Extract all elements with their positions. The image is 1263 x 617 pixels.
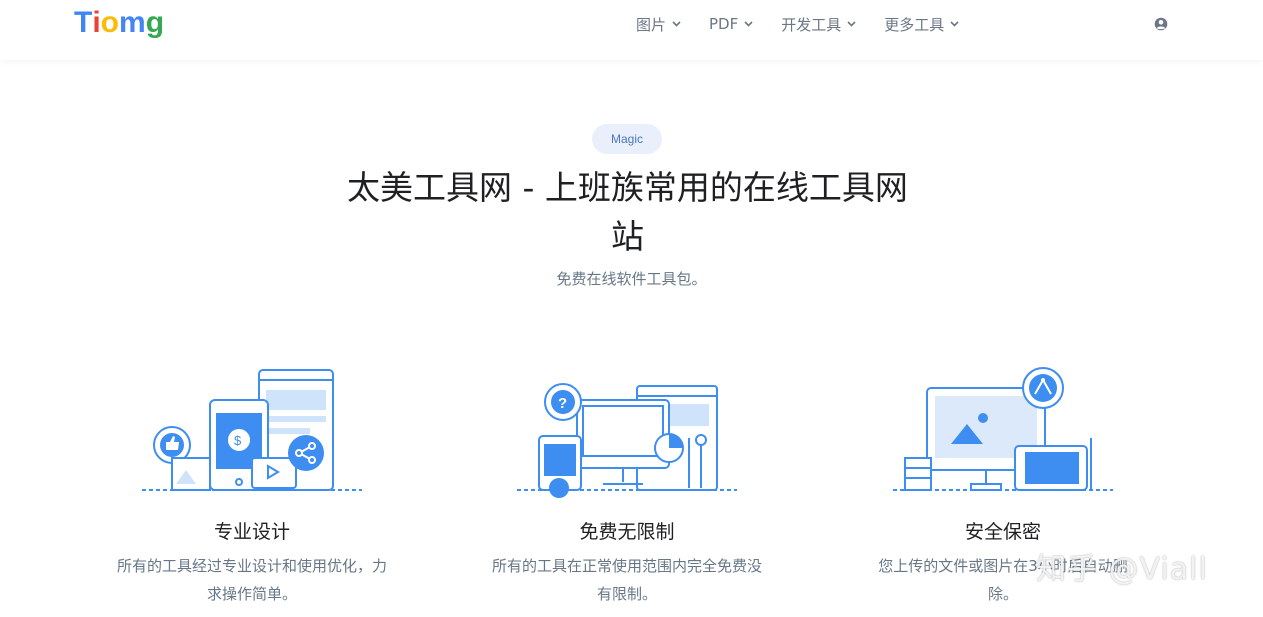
- svg-text:?: ?: [558, 395, 567, 412]
- logo-letter-i: i: [92, 6, 101, 39]
- svg-text:$: $: [234, 433, 242, 448]
- feature-description-line1: 所有的工具在正常使用范围内完全免费没: [491, 557, 762, 575]
- page-title-line1: 太美工具网 - 上班族常用的在线工具网: [347, 168, 908, 207]
- feature-description: 所有的工具经过专业设计和使用优化，力 求操作简单。: [92, 552, 412, 608]
- feature-title: 免费无限制: [579, 521, 675, 543]
- feature-description-line2: 有限制。: [596, 585, 657, 603]
- logo-letter-t: T: [74, 6, 93, 39]
- nav-item-label: 开发工具: [781, 15, 842, 34]
- nav-item-label: PDF: [709, 15, 739, 33]
- feature-title: 安全保密: [964, 521, 1041, 543]
- logo-letter-g: g: [145, 6, 165, 39]
- top-navbar: Tiomg 图片 PDF 开发工具 更多工具: [0, 0, 1263, 60]
- devices-share-illustration: $: [142, 369, 362, 491]
- page-subtitle: 免费在线软件工具包。: [556, 270, 707, 288]
- chevron-down-icon: [847, 20, 856, 30]
- feature-description-line2: 除。: [987, 585, 1018, 603]
- logo-letter-m: m: [119, 6, 146, 39]
- chevron-down-icon: [950, 20, 959, 30]
- feature-illustration-secure: [843, 358, 1163, 498]
- magic-badge: Magic: [592, 124, 662, 154]
- user-circle-icon[interactable]: [1154, 16, 1168, 31]
- chevron-down-icon: [672, 20, 681, 30]
- desktop-tools-illustration: ?: [517, 383, 737, 498]
- nav-item-dev-tools[interactable]: 开发工具: [781, 14, 856, 35]
- nav-item-label: 图片: [636, 15, 667, 34]
- zhihu-watermark: 知乎 @Viall: [1036, 552, 1208, 587]
- nav-item-label: 更多工具: [884, 15, 945, 34]
- logo-letter-o: o: [100, 6, 119, 39]
- feature-description-line1: 所有的工具经过专业设计和使用优化，力: [116, 557, 387, 575]
- feature-illustration-professional: $: [92, 358, 412, 498]
- nav-item-more-tools[interactable]: 更多工具: [884, 14, 959, 35]
- design-workstation-illustration: [893, 367, 1113, 491]
- feature-description-line2: 求操作简单。: [206, 585, 297, 603]
- main-nav: 图片 PDF 开发工具 更多工具: [636, 0, 987, 48]
- feature-description: 所有的工具在正常使用范围内完全免费没 有限制。: [467, 552, 787, 608]
- feature-title: 专业设计: [213, 521, 290, 543]
- nav-item-pdf[interactable]: PDF: [709, 15, 753, 33]
- feature-illustration-free: ?: [467, 358, 787, 498]
- page-title-line2: 站: [611, 217, 644, 256]
- site-logo[interactable]: Tiomg: [74, 6, 164, 40]
- chevron-down-icon: [744, 20, 753, 30]
- page-title: 太美工具网 - 上班族常用的在线工具网 站: [340, 163, 915, 261]
- nav-item-images[interactable]: 图片: [636, 14, 681, 35]
